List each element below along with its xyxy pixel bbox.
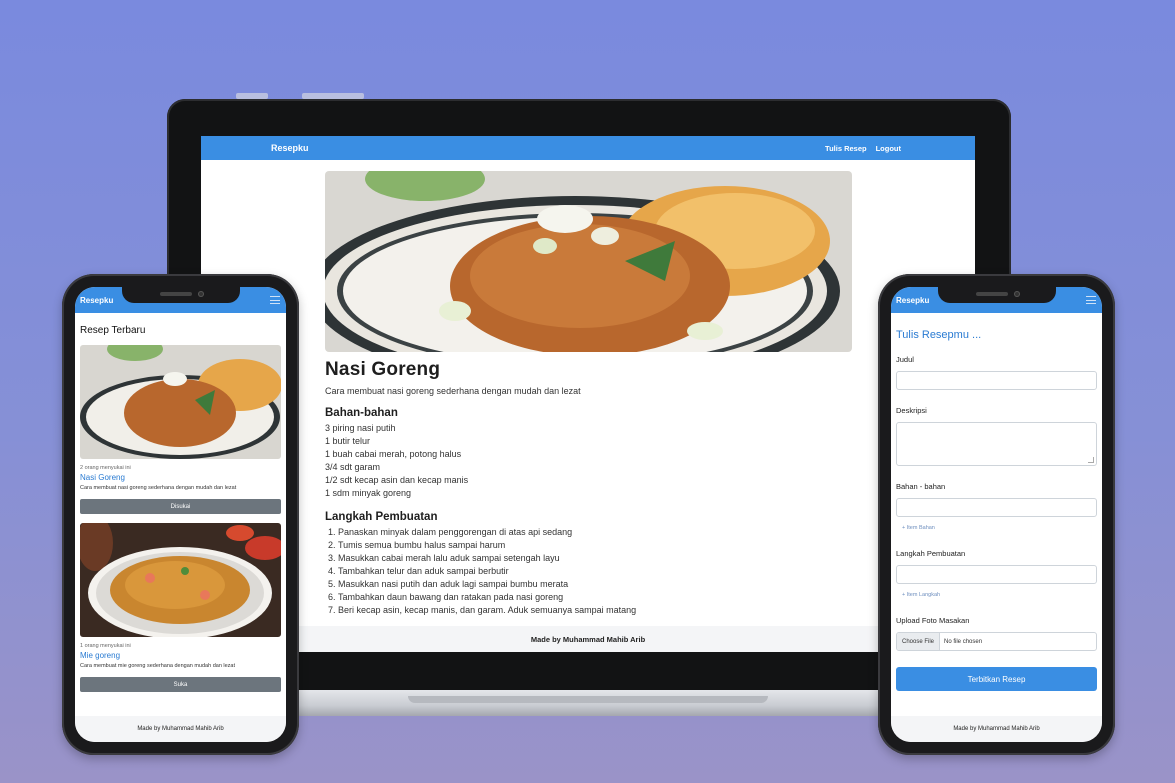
like-button[interactable]: Suka bbox=[80, 677, 281, 692]
choose-file-button[interactable]: Choose File bbox=[897, 633, 941, 650]
footer: Made by Muhammad Mahib Arib bbox=[75, 716, 286, 742]
nav-link-logout[interactable]: Logout bbox=[876, 144, 901, 153]
ingredients-heading: Bahan-bahan bbox=[325, 407, 398, 419]
steps-label: Langkah Pembuatan bbox=[896, 549, 966, 558]
ingredient-item: 1 sdm minyak goreng bbox=[325, 488, 412, 498]
title-input[interactable] bbox=[896, 371, 1097, 390]
step-item: Tambahkan daun bawang dan ratakan pada n… bbox=[338, 591, 852, 604]
step-item: Beri kecap asin, kecap manis, dan garam.… bbox=[338, 604, 852, 617]
footer: Made by Muhammad Mahib Arib bbox=[891, 716, 1102, 742]
step-item: Panaskan minyak dalam penggorengan di at… bbox=[338, 526, 852, 539]
recipe-card-image[interactable] bbox=[80, 523, 281, 637]
likes-count: 1 orang menyukai ini bbox=[80, 643, 131, 649]
ingredients-label: Bahan - bahan bbox=[896, 482, 946, 491]
brand-link[interactable]: Resepku bbox=[80, 296, 113, 305]
recipe-card-description: Cara membuat mie goreng sederhana dengan… bbox=[80, 663, 236, 669]
description-textarea[interactable] bbox=[896, 422, 1097, 466]
menu-icon[interactable] bbox=[1086, 296, 1096, 304]
recipe-card: 1 orang menyukai ini Mie goreng Cara mem… bbox=[80, 523, 281, 692]
recipe-card-title[interactable]: Nasi Goreng bbox=[80, 473, 281, 482]
steps-heading: Langkah Pembuatan bbox=[325, 511, 438, 523]
recipe-hero-image bbox=[325, 171, 852, 352]
description-label: Deskripsi bbox=[896, 406, 927, 415]
recipe-card-image[interactable] bbox=[80, 345, 281, 459]
phone-notch bbox=[121, 287, 240, 303]
file-status: No file chosen bbox=[944, 638, 983, 645]
brand-link[interactable]: Resepku bbox=[896, 296, 929, 305]
phone-notch bbox=[937, 287, 1056, 303]
step-item: Masukkan nasi putih dan aduk lagi sampai… bbox=[338, 578, 852, 591]
ingredient-item: 3 piring nasi putih bbox=[325, 423, 396, 433]
photo-label: Upload Foto Masakan bbox=[896, 616, 970, 625]
latest-recipes-heading: Resep Terbaru bbox=[80, 325, 146, 336]
ingredient-item: 3/4 sdt garam bbox=[325, 462, 381, 472]
brand-link[interactable]: Resepku bbox=[271, 143, 309, 153]
ingredient-item: 1 buah cabai merah, potong halus bbox=[325, 449, 462, 459]
footer: Made by Muhammad Mahib Arib bbox=[201, 626, 975, 652]
recipe-description: Cara membuat nasi goreng sederhana denga… bbox=[325, 386, 581, 396]
navbar: Resepku Tulis Resep Logout bbox=[201, 136, 975, 160]
left-phone-screen: Resepku Resep Terbaru 2 orang menyukai i… bbox=[75, 287, 286, 742]
left-phone: Resepku Resep Terbaru 2 orang menyukai i… bbox=[62, 274, 299, 755]
steps-list: Panaskan minyak dalam penggorengan di at… bbox=[325, 526, 852, 617]
step-item: Tumis semua bumbu halus sampai harum bbox=[338, 539, 852, 552]
recipe-card-title[interactable]: Mie goreng bbox=[80, 651, 281, 660]
ingredient-input[interactable] bbox=[896, 498, 1097, 517]
likes-count: 2 orang menyukai ini bbox=[80, 465, 131, 471]
publish-recipe-button[interactable]: Terbitkan Resep bbox=[896, 667, 1097, 691]
photo-file-input[interactable]: Choose File No file chosen bbox=[896, 632, 1097, 651]
right-phone-screen: Resepku Tulis Resepmu ... Judul Deskrips… bbox=[891, 287, 1102, 742]
add-step-link[interactable]: + Item Langkah bbox=[902, 592, 1097, 598]
ingredient-item: 1 butir telur bbox=[325, 436, 371, 446]
write-recipe-form: Tulis Resepmu ... Judul Deskripsi Bahan … bbox=[891, 329, 1102, 691]
recipe-detail: Nasi Goreng Cara membuat nasi goreng sed… bbox=[201, 160, 975, 617]
ingredient-item: 1/2 sdt kecap asin dan kecap manis bbox=[325, 475, 469, 485]
ingredients-list: 3 piring nasi putih 1 butir telur 1 buah… bbox=[325, 422, 852, 500]
recipe-card: 2 orang menyukai ini Nasi Goreng Cara me… bbox=[80, 345, 281, 514]
add-ingredient-link[interactable]: + Item Bahan bbox=[902, 525, 1097, 531]
form-heading: Tulis Resepmu ... bbox=[896, 329, 982, 341]
step-item: Masukkan cabai merah lalu aduk sampai se… bbox=[338, 552, 852, 565]
liked-button[interactable]: Disukai bbox=[80, 499, 281, 514]
title-label: Judul bbox=[896, 355, 914, 364]
menu-icon[interactable] bbox=[270, 296, 280, 304]
right-phone: Resepku Tulis Resepmu ... Judul Deskrips… bbox=[878, 274, 1115, 755]
recipe-card-description: Cara membuat nasi goreng sederhana denga… bbox=[80, 485, 237, 491]
step-item: Tambahkan telur dan aduk sampai berbutir bbox=[338, 565, 852, 578]
nav-link-write-recipe[interactable]: Tulis Resep bbox=[825, 144, 867, 153]
laptop-screen: Resepku Tulis Resep Logout Nasi Goreng C… bbox=[201, 136, 975, 652]
step-input[interactable] bbox=[896, 565, 1097, 584]
recipe-title: Nasi Goreng bbox=[325, 359, 441, 380]
nav-links: Tulis Resep Logout bbox=[825, 144, 901, 153]
